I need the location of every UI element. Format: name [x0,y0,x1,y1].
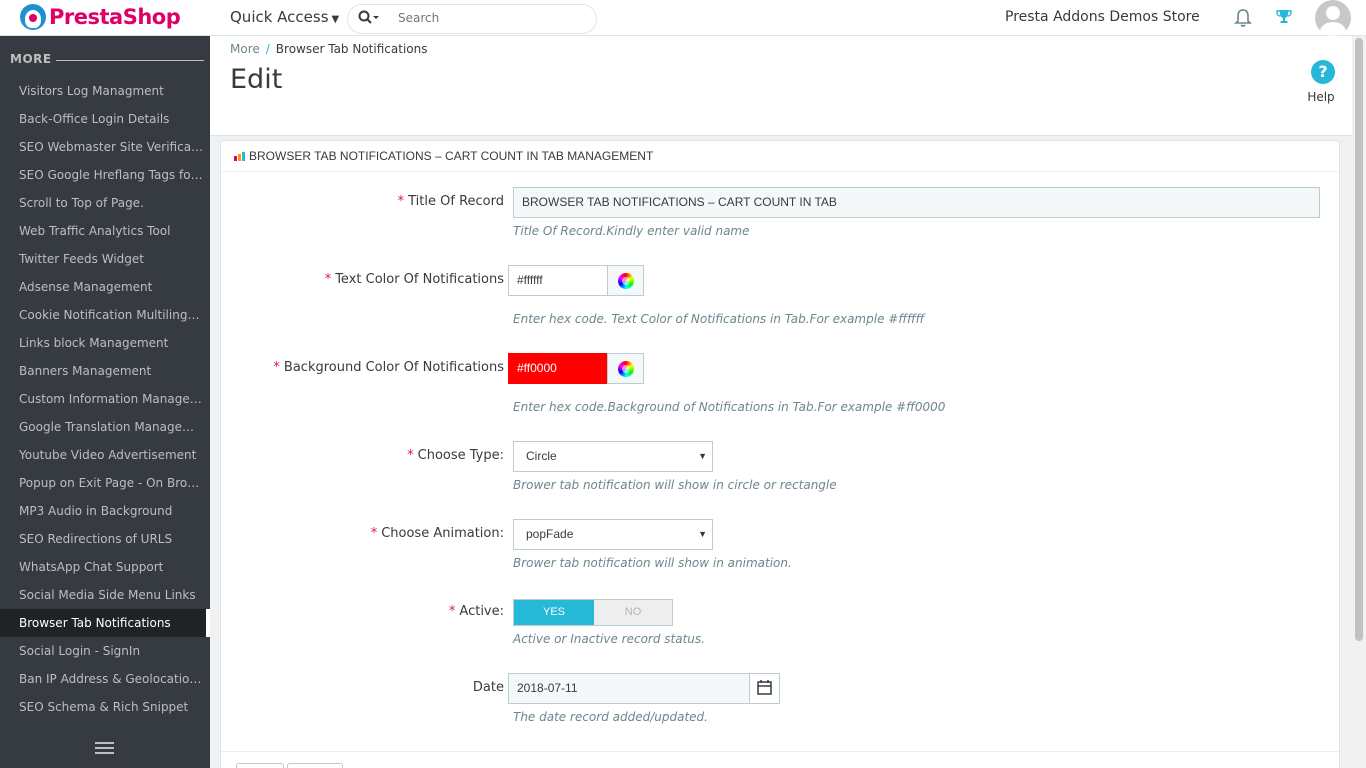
sidebar-item[interactable]: SEO Schema & Rich Snippet [0,693,210,721]
type-select[interactable]: Circle ▼ [513,441,713,472]
sidebar-item[interactable]: SEO Webmaster Site Verification [0,133,210,161]
sidebar-item[interactable]: Visitors Log Managment [0,77,210,105]
bell-icon[interactable] [1234,8,1252,28]
logo-text: PrestaShop [49,5,181,29]
help-label: Help [1307,90,1335,104]
panel-title: BROWSER TAB NOTIFICATIONS – CART COUNT I… [249,149,654,163]
bg-color-input[interactable]: #ff0000 [508,353,608,384]
store-name-link[interactable]: Presta Addons Demos Store [1005,9,1200,25]
select-arrow-icon: ▼ [698,451,707,461]
sidebar-item[interactable]: Cookie Notification Multilingual [0,301,210,329]
color-picker-icon [618,361,634,377]
sidebar-item[interactable]: Custom Information Managem... [0,385,210,413]
prestashop-logo[interactable]: PrestaShop [20,4,181,30]
color-picker-icon [618,273,634,289]
type-label: * Choose Type: [407,448,504,463]
sidebar-menu: Visitors Log Managment Back-Office Login… [0,77,210,721]
breadcrumb: More / Browser Tab Notifications [230,42,427,56]
calendar-button[interactable] [749,673,780,704]
quick-access-label: Quick Access [230,8,329,26]
sidebar-item[interactable]: Banners Management [0,357,210,385]
sidebar-item[interactable]: MP3 Audio in Background [0,497,210,525]
footer-button[interactable] [236,763,284,768]
trophy-icon[interactable] [1276,9,1292,25]
top-header: PrestaShop Quick Access▼ Presta Addons D… [0,0,1366,36]
calendar-icon [757,680,772,695]
animation-select-value: popFade [526,527,574,541]
sidebar-item[interactable]: Web Traffic Analytics Tool [0,217,210,245]
active-label: * Active: [448,604,504,619]
bg-color-label: * Background Color Of Notifications [273,360,504,375]
sidebar-item[interactable]: Ban IP Address & Geolocation R... [0,665,210,693]
active-switch[interactable]: YES NO [513,599,673,626]
breadcrumb-parent[interactable]: More [230,42,260,56]
sidebar-item[interactable]: Adsense Management [0,273,210,301]
text-color-label: * Text Color Of Notifications [324,272,504,287]
bg-color-picker-button[interactable] [607,353,644,384]
sidebar: MORE Visitors Log Managment Back-Office … [0,36,210,768]
sidebar-item[interactable]: Popup on Exit Page - On Brows... [0,469,210,497]
date-input[interactable]: 2018-07-11 [508,673,751,704]
scrollbar-thumb[interactable] [1355,38,1363,641]
date-label: Date [472,680,504,695]
active-yes-option[interactable]: YES [514,600,594,625]
edit-form-panel: BROWSER TAB NOTIFICATIONS – CART COUNT I… [220,140,1340,768]
sidebar-item[interactable]: SEO Google Hreflang Tags for ... [0,161,210,189]
text-color-help: Enter hex code. Text Color of Notificati… [513,312,925,326]
active-no-option[interactable]: NO [594,600,672,625]
sidebar-item[interactable]: Google Translation Management [0,413,210,441]
caret-down-icon: ▼ [331,14,340,25]
animation-select[interactable]: popFade ▼ [513,519,713,550]
breadcrumb-separator: / [265,42,270,56]
sidebar-item[interactable]: WhatsApp Chat Support [0,553,210,581]
text-color-input[interactable]: #ffffff [508,265,608,296]
sidebar-section-label: MORE [10,52,52,66]
title-record-label: * Title Of Record [397,194,504,209]
panel-heading: BROWSER TAB NOTIFICATIONS – CART COUNT I… [221,141,1339,172]
page-scrollbar[interactable] [1352,36,1366,768]
title-record-help: Title Of Record.Kindly enter valid name [513,224,750,238]
sidebar-item[interactable]: Scroll to Top of Page. [0,189,210,217]
sidebar-item-active[interactable]: Browser Tab Notifications [0,609,210,637]
footer-button[interactable] [287,763,343,768]
help-button[interactable]: ? Help [1307,60,1337,104]
sidebar-item[interactable]: Links block Management [0,329,210,357]
chart-icon [234,152,245,161]
sidebar-item[interactable]: Back-Office Login Details [0,105,210,133]
sidebar-item[interactable]: SEO Redirections of URLS [0,525,210,553]
search-box [347,4,597,34]
active-help: Active or Inactive record status. [513,632,705,646]
logo-icon [20,4,46,30]
user-avatar[interactable] [1315,0,1351,36]
sidebar-item[interactable]: Social Login - SignIn [0,637,210,665]
date-help: The date record added/updated. [513,710,708,724]
page-title: Edit [230,64,283,95]
breadcrumb-current: Browser Tab Notifications [275,42,428,56]
bg-color-help: Enter hex code.Background of Notificatio… [513,400,946,414]
animation-label: * Choose Animation: [370,526,504,541]
sidebar-item[interactable]: Social Media Side Menu Links [0,581,210,609]
help-icon: ? [1311,60,1335,84]
select-arrow-icon: ▼ [698,529,707,539]
search-input[interactable] [398,11,578,25]
search-icon[interactable] [358,10,380,30]
text-color-picker-button[interactable] [607,265,644,296]
animation-help: Brower tab notification will show in ani… [513,556,792,570]
sidebar-item[interactable]: Twitter Feeds Widget [0,245,210,273]
page-header: More / Browser Tab Notifications Edit ? He… [210,36,1352,136]
panel-footer-divider [221,751,1339,752]
type-help: Brower tab notification will show in cir… [513,478,837,492]
quick-access-dropdown[interactable]: Quick Access ▼ [230,8,339,26]
type-select-value: Circle [526,449,557,463]
sidebar-divider [56,60,204,61]
title-record-input[interactable]: BROWSER TAB NOTIFICATIONS – CART COUNT I… [513,187,1320,218]
menu-icon[interactable] [95,742,114,754]
sidebar-item[interactable]: Youtube Video Advertisement [0,441,210,469]
